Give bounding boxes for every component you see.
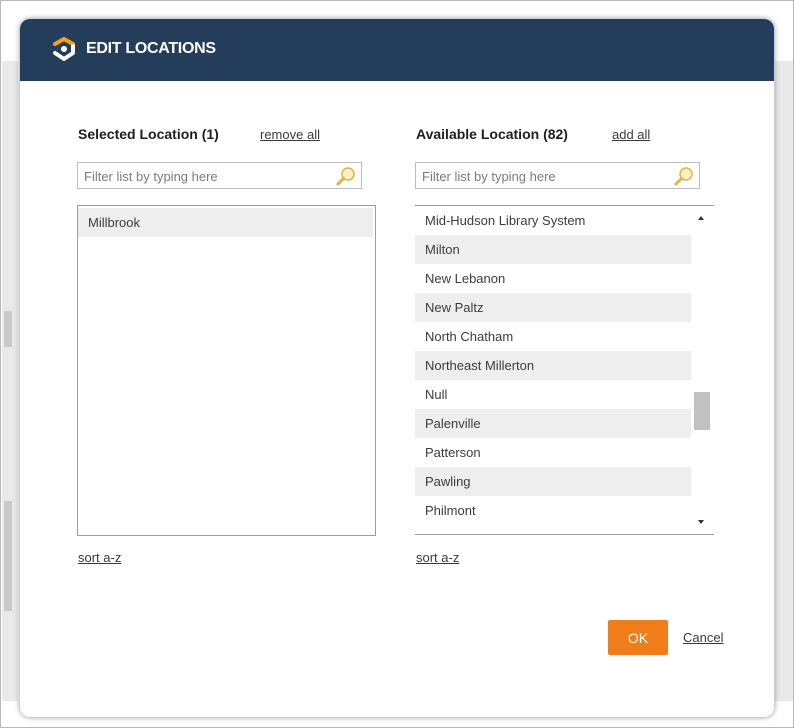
selected-list-item[interactable]: Millbrook: [78, 208, 373, 237]
search-icon[interactable]: [673, 165, 695, 187]
selected-filter-box: [77, 162, 362, 189]
available-list-item[interactable]: New Paltz: [415, 293, 691, 322]
available-list-item[interactable]: North Chatham: [415, 322, 691, 351]
available-list-item[interactable]: Milton: [415, 235, 691, 264]
selected-location-heading: Selected Location (1): [78, 126, 219, 142]
available-list-item[interactable]: New Lebanon: [415, 264, 691, 293]
available-location-heading: Available Location (82): [416, 126, 568, 142]
available-list-item[interactable]: Null: [415, 380, 691, 409]
background-page-left: [2, 61, 18, 701]
ok-button[interactable]: OK: [608, 620, 668, 655]
remove-all-link[interactable]: remove all: [260, 127, 320, 142]
available-list-item[interactable]: Philmont: [415, 496, 691, 525]
background-mark: [4, 311, 12, 347]
available-list-item[interactable]: Mid-Hudson Library System: [415, 206, 691, 235]
cancel-link[interactable]: Cancel: [683, 630, 723, 645]
dialog-title: EDIT LOCATIONS: [86, 40, 216, 57]
background-page-right: [775, 61, 793, 701]
selected-locations-list: Millbrook: [77, 205, 376, 536]
scroll-up-arrow-icon[interactable]: [698, 216, 704, 220]
available-list-scrollbar[interactable]: [692, 206, 712, 534]
available-list-item[interactable]: Patterson: [415, 438, 691, 467]
available-sort-az-link[interactable]: sort a-z: [416, 550, 459, 565]
scroll-down-arrow-icon[interactable]: [698, 520, 704, 524]
dialog-header: EDIT LOCATIONS: [20, 19, 774, 81]
background-mark: [4, 501, 12, 611]
scrollbar-thumb[interactable]: [694, 392, 710, 430]
selected-sort-az-link[interactable]: sort a-z: [78, 550, 121, 565]
available-list-item[interactable]: Pawling: [415, 467, 691, 496]
selected-filter-input[interactable]: [84, 167, 324, 185]
available-locations-list: Mid-Hudson Library System Milton New Leb…: [415, 205, 714, 535]
search-icon[interactable]: [335, 165, 357, 187]
brand-logo-icon: [53, 37, 75, 61]
available-filter-input[interactable]: [422, 167, 662, 185]
available-list-item[interactable]: Palenville: [415, 409, 691, 438]
screenshot-frame: EDIT LOCATIONS Selected Location (1) rem…: [0, 0, 794, 728]
add-all-link[interactable]: add all: [612, 127, 650, 142]
available-list-item[interactable]: Northeast Millerton: [415, 351, 691, 380]
edit-locations-dialog: EDIT LOCATIONS Selected Location (1) rem…: [20, 19, 774, 717]
available-filter-box: [415, 162, 700, 189]
